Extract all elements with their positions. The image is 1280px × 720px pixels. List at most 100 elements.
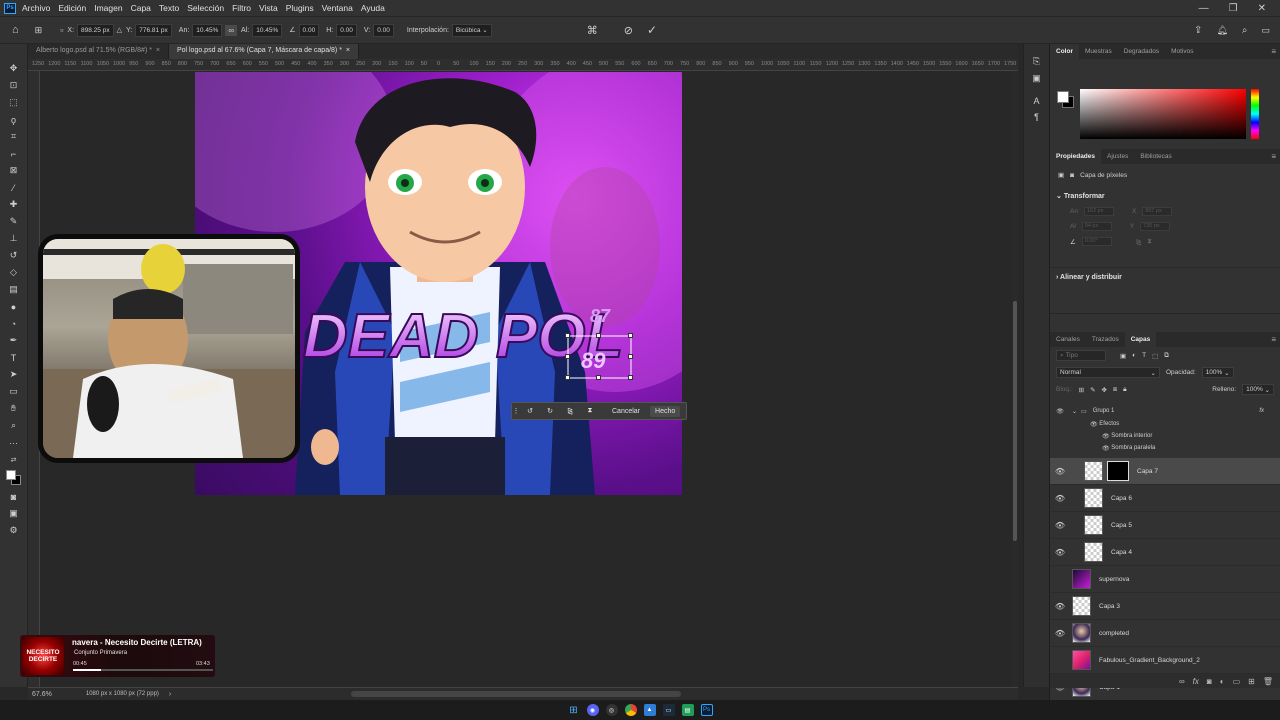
align-section-header[interactable]: › Alinear y distribuir: [1050, 267, 1280, 285]
discord-icon[interactable]: ◉: [586, 704, 599, 716]
quick-mask-icon[interactable]: ◙: [6, 490, 22, 503]
clone-stamp-tool-icon[interactable]: ⊥: [6, 232, 22, 245]
tab-patterns[interactable]: Motivos: [1165, 44, 1199, 59]
blend-mode-select[interactable]: Normal ⌄: [1056, 367, 1160, 378]
panel-menu-icon[interactable]: ≡: [1271, 335, 1280, 344]
edit-toolbar-icon[interactable]: ⚙: [6, 524, 22, 537]
path-selection-tool-icon[interactable]: ➤: [6, 368, 22, 381]
move-tool-icon[interactable]: ✥: [6, 62, 22, 75]
lock-pixels-icon[interactable]: ⊞: [1079, 386, 1084, 394]
angle-field[interactable]: 0.00°: [1081, 237, 1112, 246]
transform-handle[interactable]: [596, 333, 601, 338]
windows-start-icon[interactable]: ⊞: [568, 704, 580, 716]
transform-handle[interactable]: [565, 375, 570, 380]
chrome-icon[interactable]: [624, 704, 637, 716]
layer-supernova[interactable]: 👁︎ supernova: [1050, 566, 1280, 593]
lock-paint-icon[interactable]: ✎: [1090, 386, 1095, 394]
chevron-down-icon[interactable]: ⌄: [1072, 408, 1077, 415]
notepad-icon[interactable]: ▤: [681, 704, 694, 716]
layer-capa-5[interactable]: 👁︎ Capa 5: [1050, 512, 1280, 539]
filter-pixel-icon[interactable]: ▣: [1120, 352, 1126, 360]
restore-button[interactable]: ❐: [1229, 3, 1238, 14]
layer-capa-4[interactable]: 👁︎ Capa 4: [1050, 539, 1280, 566]
lasso-tool-icon[interactable]: ϙ: [6, 113, 22, 126]
flip-vertical-icon[interactable]: ⧗: [580, 407, 600, 415]
filter-smart-object-icon[interactable]: ⧉: [1164, 352, 1169, 360]
share-icon[interactable]: ⇪: [1194, 25, 1202, 36]
character-panel-icon[interactable]: A: [1033, 96, 1039, 106]
swap-colors-icon[interactable]: ⇄: [6, 453, 22, 466]
fill-field[interactable]: 100% ⌄: [1242, 384, 1274, 395]
history-panel-icon[interactable]: ⎘: [1033, 56, 1040, 67]
menu-texto[interactable]: Texto: [159, 3, 179, 13]
menu-ayuda[interactable]: Ayuda: [361, 3, 385, 13]
transform-handle[interactable]: [565, 333, 570, 338]
visibility-eye-icon[interactable]: 👁︎: [1050, 408, 1070, 415]
visibility-eye-icon[interactable]: 👁︎: [1050, 575, 1070, 584]
history-brush-tool-icon[interactable]: ↺: [6, 249, 22, 262]
tab-swatches[interactable]: Muestras: [1079, 44, 1118, 59]
tab-channels[interactable]: Canales: [1050, 332, 1086, 347]
eyedropper-tool-icon[interactable]: ⁄: [6, 181, 22, 194]
transform-section-header[interactable]: ⌄ Transformar: [1050, 188, 1280, 204]
link-icon[interactable]: ∞: [225, 24, 238, 36]
rotate-left-icon[interactable]: ↺: [520, 407, 540, 415]
photos-icon[interactable]: ▲: [643, 704, 656, 716]
effects-row[interactable]: 👁︎ Efectos: [1050, 418, 1280, 430]
lock-artboard-icon[interactable]: ⧈: [1113, 386, 1117, 394]
tab-pol-logo[interactable]: Pol logo.psd al 67.6% (Capa 7, Máscara d…: [168, 44, 359, 59]
rectangle-tool-icon[interactable]: ▭: [6, 385, 22, 398]
height-field[interactable]: 94 px: [1081, 222, 1112, 231]
transform-handle[interactable]: [628, 354, 633, 359]
done-button[interactable]: Hecho: [650, 405, 681, 417]
transform-handle[interactable]: [565, 354, 570, 359]
lock-position-icon[interactable]: ✥: [1102, 386, 1107, 394]
add-style-icon[interactable]: fx: [1193, 677, 1199, 686]
workspace-icon[interactable]: ▭: [1261, 25, 1270, 36]
interpolation-select[interactable]: Bicúbica ⌄: [451, 23, 492, 37]
delta-icon[interactable]: △: [117, 26, 122, 34]
rotate-right-icon[interactable]: ↻: [540, 407, 560, 415]
color-field[interactable]: [1080, 89, 1246, 139]
visibility-eye-icon[interactable]: 👁︎: [1090, 421, 1098, 428]
height-field[interactable]: 10.45%: [252, 23, 283, 37]
tab-alberto-logo[interactable]: Alberto logo.psd al 71.5% (RGB/8#) * ×: [28, 44, 169, 59]
zoom-tool-icon[interactable]: ⌕: [6, 419, 22, 432]
hue-slider[interactable]: [1251, 89, 1259, 139]
drag-handle-icon[interactable]: ⋮: [512, 407, 520, 415]
opacity-field[interactable]: 100% ⌄: [1201, 367, 1234, 378]
visibility-eye-icon[interactable]: 👁︎: [1050, 494, 1070, 503]
flip-vertical-icon[interactable]: ⧗: [1147, 238, 1152, 246]
tab-color[interactable]: Color: [1050, 44, 1079, 59]
transform-handle[interactable]: [628, 375, 633, 380]
zoom-level[interactable]: 67.6%: [32, 691, 52, 698]
tab-layers[interactable]: Capas: [1124, 332, 1157, 347]
foreground-color-swatch[interactable]: [1057, 91, 1069, 103]
add-mask-icon[interactable]: ◙: [1207, 677, 1212, 686]
y-field[interactable]: 730 px: [1140, 222, 1171, 231]
transform-handle[interactable]: [596, 375, 601, 380]
paragraph-panel-icon[interactable]: ¶: [1034, 112, 1039, 122]
artboard-tool-icon[interactable]: ⊡: [6, 79, 22, 92]
layer-mask-thumbnail[interactable]: [1107, 461, 1129, 481]
scroll-thumb[interactable]: [1013, 301, 1017, 541]
layer-capa-3[interactable]: 👁︎ Capa 3: [1050, 593, 1280, 620]
angle-field[interactable]: 0.00: [298, 23, 320, 37]
layer-fabulous-gradient[interactable]: 👁︎ Fabulous_Gradient_Background_2: [1050, 647, 1280, 674]
menu-capa[interactable]: Capa: [131, 3, 151, 13]
visibility-eye-icon[interactable]: 👁︎: [1050, 467, 1070, 476]
healing-brush-tool-icon[interactable]: ✚: [6, 198, 22, 211]
width-field[interactable]: 162 px: [1083, 207, 1114, 216]
layer-group[interactable]: 👁︎ ⌄ ▭ Grupo 1 fx: [1050, 404, 1280, 418]
object-selection-tool-icon[interactable]: ⌗: [6, 130, 22, 143]
width-field[interactable]: 10.45%: [192, 23, 223, 37]
effect-inner-shadow[interactable]: 👁︎ Sombra interior: [1050, 430, 1280, 442]
hskew-field[interactable]: 0.00: [336, 23, 357, 37]
visibility-eye-icon[interactable]: 👁︎: [1050, 656, 1070, 665]
menu-plugins[interactable]: Plugins: [286, 3, 314, 13]
warp-icon[interactable]: ⌘: [587, 24, 598, 37]
canvas-vertical-scrollbar[interactable]: [1012, 71, 1018, 687]
search-icon[interactable]: ⌕: [1242, 25, 1248, 36]
flip-horizontal-icon[interactable]: ⧎: [560, 407, 580, 415]
blur-tool-icon[interactable]: ●: [6, 300, 22, 313]
